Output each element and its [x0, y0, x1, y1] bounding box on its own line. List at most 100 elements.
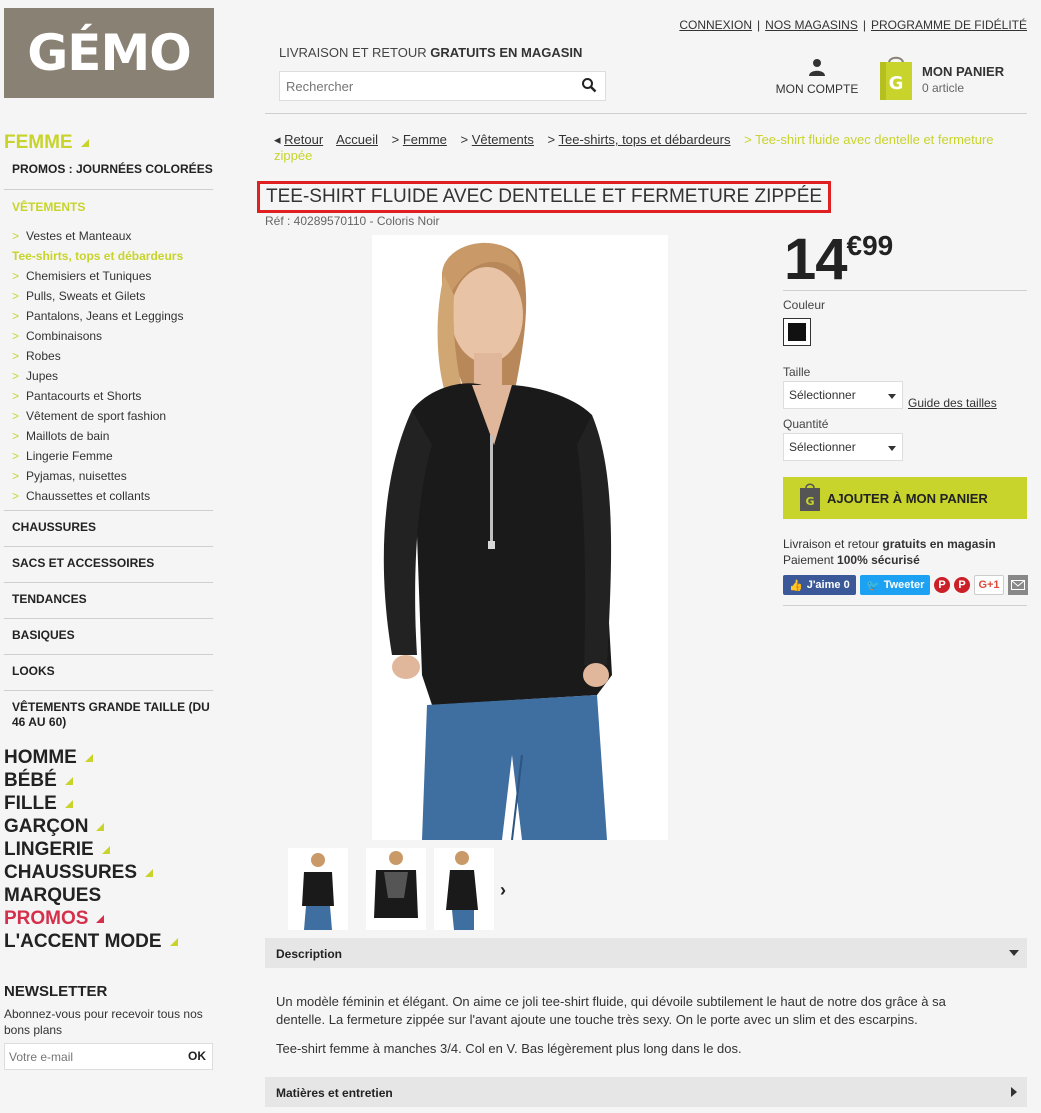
- sidebar-sub-item[interactable]: > Chemisiers et Tuniques: [12, 269, 212, 289]
- sidebar-sub-item[interactable]: > Pantacourts et Shorts: [12, 389, 212, 409]
- sidebar-sub-item-active[interactable]: Tee-shirts, tops et débardeurs: [12, 249, 212, 269]
- add-to-cart-button[interactable]: G AJOUTER À MON PANIER: [783, 477, 1027, 519]
- category-lingerie[interactable]: LINGERIE: [4, 838, 178, 861]
- chevron-right-icon: >: [12, 489, 20, 503]
- shipping-banner: LIVRAISON ET RETOUR GRATUITS EN MAGASIN: [279, 45, 583, 60]
- sidebar-section-looks[interactable]: LOOKS: [4, 664, 213, 691]
- back-link[interactable]: ◂ Retour: [274, 132, 323, 147]
- quantity-select[interactable]: Sélectionner: [783, 433, 903, 461]
- search-box: [279, 71, 606, 101]
- gemo-logo[interactable]: GÉMO: [4, 8, 214, 98]
- shopping-bag-icon[interactable]: G: [878, 53, 914, 104]
- breadcrumb-accueil[interactable]: Accueil: [336, 132, 378, 147]
- newsletter-ok-button[interactable]: OK: [188, 1049, 206, 1063]
- sidebar-subheader-vetements[interactable]: VÊTEMENTS: [12, 200, 85, 214]
- social-divider: [783, 605, 1027, 606]
- sidebar-category-label: FEMME: [4, 132, 73, 153]
- price-divider: [783, 290, 1027, 291]
- description-text: Un modèle féminin et élégant. On aime ce…: [276, 994, 946, 1056]
- triangle-icon: [169, 938, 178, 946]
- sidebar-section-sacs[interactable]: SACS ET ACCESSOIRES: [4, 556, 213, 583]
- newsletter-title: NEWSLETTER: [4, 983, 108, 1000]
- search-icon[interactable]: [581, 77, 597, 96]
- facebook-like-button[interactable]: 👍 J'aime 0: [783, 575, 856, 595]
- description-accordion[interactable]: Description: [265, 938, 1027, 968]
- quantity-label: Quantité: [783, 417, 829, 431]
- caret-down-icon: [888, 394, 896, 399]
- sidebar-sub-item[interactable]: > Chaussettes et collants: [12, 489, 212, 509]
- thumbnail-front[interactable]: [288, 848, 348, 930]
- category-fille[interactable]: FILLE: [4, 792, 178, 815]
- chevron-right-icon: >: [12, 429, 20, 443]
- category-homme[interactable]: HOMME: [4, 746, 178, 769]
- email-share-icon[interactable]: [1008, 575, 1028, 595]
- google-plus-button[interactable]: G+1: [974, 575, 1004, 595]
- sidebar-sub-item[interactable]: > Pyjamas, nuisettes: [12, 469, 212, 489]
- size-select[interactable]: Sélectionner: [783, 381, 903, 409]
- sidebar-category-femme[interactable]: FEMME: [4, 132, 89, 154]
- sidebar-sub-item[interactable]: > Jupes: [12, 369, 212, 389]
- product-title: TEE-SHIRT FLUIDE AVEC DENTELLE ET FERMET…: [257, 181, 832, 213]
- sidebar-sub-list: > Vestes et Manteaux Tee-shirts, tops et …: [12, 229, 212, 509]
- triangle-icon: [101, 846, 110, 854]
- category-chaussures[interactable]: CHAUSSURES: [4, 861, 178, 884]
- chevron-right-icon: >: [12, 349, 20, 363]
- fidelite-link[interactable]: PROGRAMME DE FIDÉLITÉ: [871, 18, 1027, 32]
- cart-count: 0 article: [922, 81, 965, 95]
- sidebar-sub-item[interactable]: > Vêtement de sport fashion: [12, 409, 212, 429]
- breadcrumb-tee-shirts[interactable]: > Tee-shirts, tops et débardeurs: [548, 132, 731, 147]
- sidebar-sub-item[interactable]: > Lingerie Femme: [12, 449, 212, 469]
- connexion-link[interactable]: CONNEXION: [679, 18, 752, 32]
- sidebar-section-tendances[interactable]: TENDANCES: [4, 592, 213, 619]
- chevron-right-icon: >: [12, 409, 20, 423]
- category-accent-mode[interactable]: L'ACCENT MODE: [4, 930, 178, 953]
- size-guide-link[interactable]: Guide des tailles: [908, 396, 997, 410]
- category-promos[interactable]: PROMOS: [4, 907, 178, 930]
- product-main-image[interactable]: [372, 235, 668, 840]
- category-marques[interactable]: MARQUES: [4, 884, 178, 907]
- color-swatch-noir[interactable]: [783, 318, 811, 346]
- svg-text:G: G: [889, 73, 904, 94]
- sidebar-sub-item[interactable]: > Vestes et Manteaux: [12, 229, 212, 249]
- chevron-right-icon: >: [12, 309, 20, 323]
- product-ref: Réf : 40289570110 - Coloris Noir: [265, 214, 440, 228]
- chevron-right-icon: >: [12, 449, 20, 463]
- caret-down-icon: [1009, 950, 1019, 956]
- triangle-icon: [64, 777, 73, 785]
- header-divider: [265, 113, 1027, 114]
- nos-magasins-link[interactable]: NOS MAGASINS: [765, 18, 858, 32]
- breadcrumb-vetements[interactable]: > Vêtements: [461, 132, 534, 147]
- price-integer: 14: [784, 227, 848, 292]
- thumbnail-side[interactable]: [434, 848, 494, 930]
- pinterest-icon[interactable]: P: [954, 577, 970, 593]
- caret-right-icon: [1011, 1087, 1017, 1097]
- color-label: Couleur: [783, 298, 826, 312]
- newsletter-text: Abonnez-vous pour recevoir tous nos bons…: [4, 1007, 203, 1037]
- newsletter-email-input[interactable]: [5, 1044, 175, 1069]
- search-input[interactable]: [280, 72, 570, 100]
- care-accordion[interactable]: Matières et entretien: [265, 1077, 1027, 1107]
- sidebar-sub-item[interactable]: > Combinaisons: [12, 329, 212, 349]
- account-link[interactable]: MON COMPTE: [771, 58, 863, 96]
- triangle-icon: [84, 754, 93, 762]
- sidebar-sub-item[interactable]: > Robes: [12, 349, 212, 369]
- sidebar-section-grande-taille[interactable]: VÊTEMENTS GRANDE TAILLE (DU 46 AU 60): [4, 700, 213, 734]
- sidebar-sub-item[interactable]: > Maillots de bain: [12, 429, 212, 449]
- cart-title[interactable]: MON PANIER: [922, 64, 1004, 79]
- sidebar-sub-item[interactable]: > Pulls, Sweats et Gilets: [12, 289, 212, 309]
- sidebar-section-basiques[interactable]: BASIQUES: [4, 628, 213, 655]
- tweet-button[interactable]: 🐦 Tweeter: [860, 575, 930, 595]
- sidebar-section-chaussures[interactable]: CHAUSSURES: [4, 520, 213, 547]
- svg-text:G: G: [805, 495, 814, 508]
- category-bebe[interactable]: BÉBÉ: [4, 769, 178, 792]
- triangle-icon: [64, 800, 73, 808]
- pinterest-icon[interactable]: P: [934, 577, 950, 593]
- next-thumbnail-arrow[interactable]: ›: [500, 880, 506, 901]
- sidebar-sub-item[interactable]: > Pantalons, Jeans et Leggings: [12, 309, 212, 329]
- breadcrumb-femme[interactable]: > Femme: [392, 132, 447, 147]
- caret-down-icon: [888, 446, 896, 451]
- caret-left-icon: ◂: [274, 132, 285, 147]
- thumbnail-back-lace[interactable]: [366, 848, 426, 930]
- category-garcon[interactable]: GARÇON: [4, 815, 178, 838]
- sidebar-promo-section[interactable]: PROMOS : JOURNÉES COLORÉES: [4, 162, 213, 190]
